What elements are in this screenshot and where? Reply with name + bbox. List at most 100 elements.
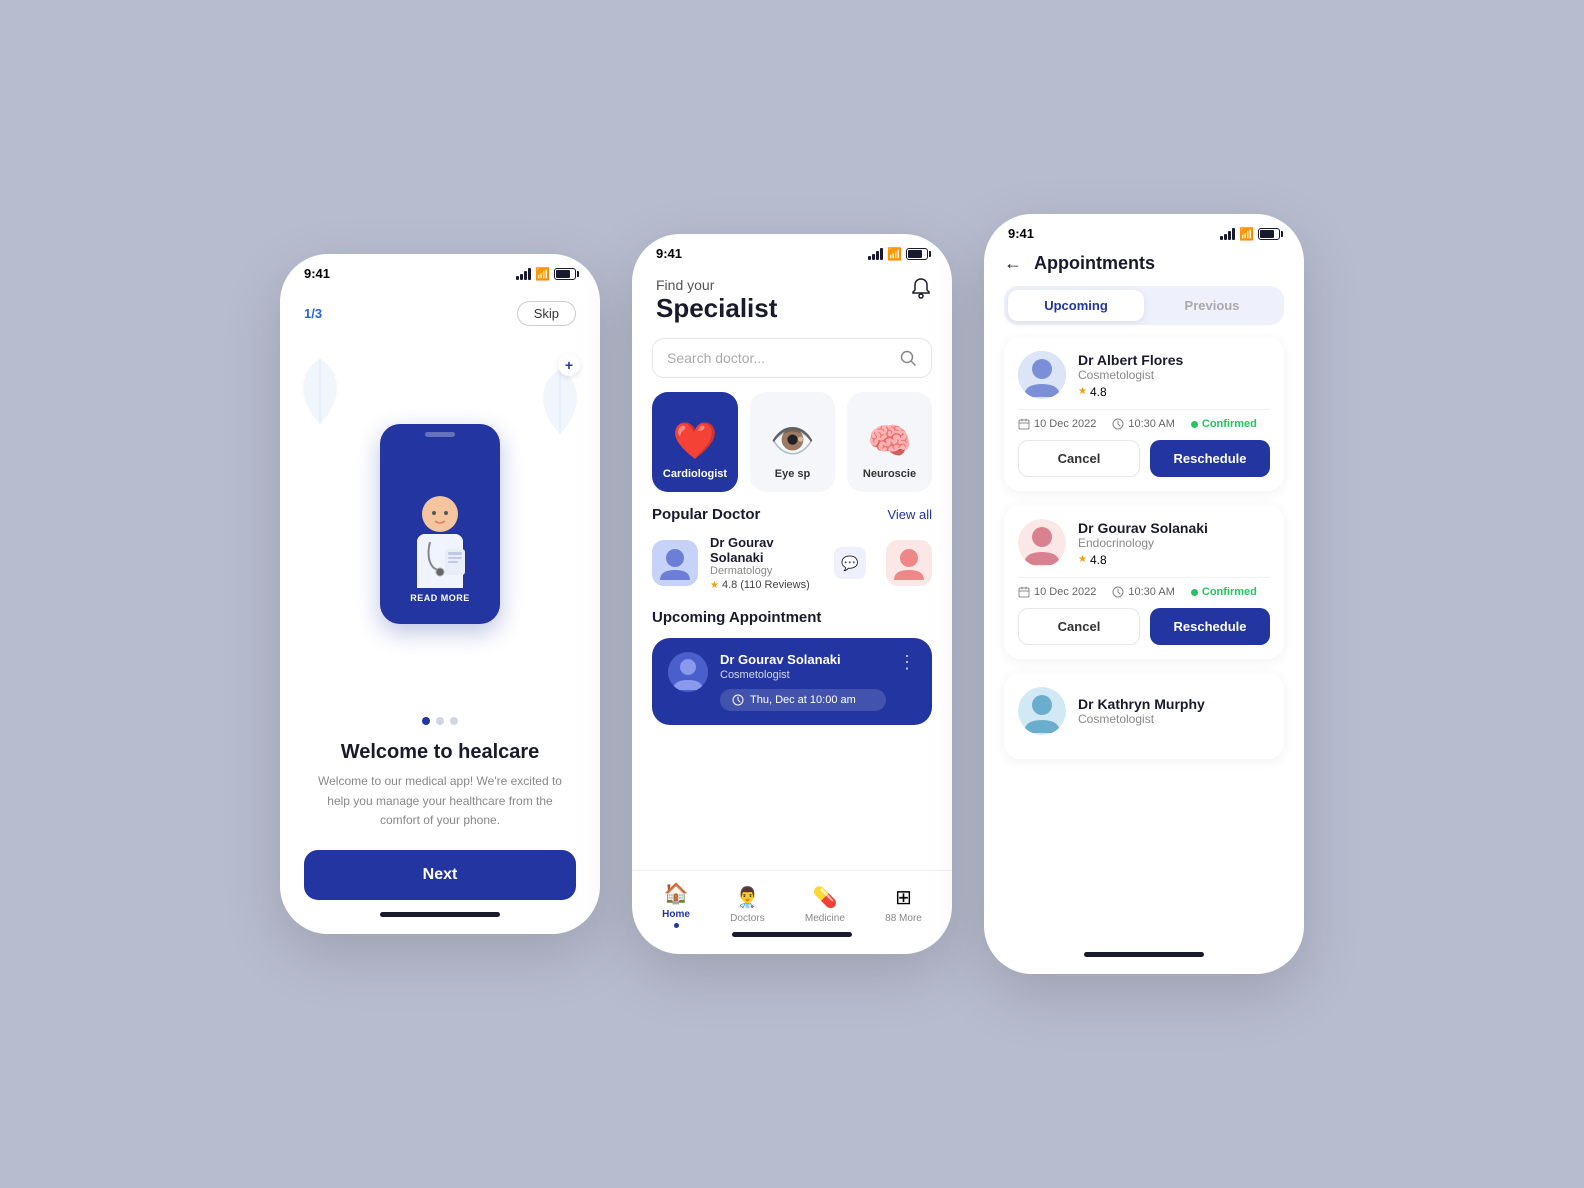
cancel-btn-2[interactable]: Cancel	[1018, 608, 1140, 645]
home-bar-2	[732, 932, 852, 937]
calendar-icon-2	[1018, 586, 1030, 598]
page-indicator: 1/3	[304, 306, 322, 321]
next-button[interactable]: Next	[304, 850, 576, 900]
category-cardiologist[interactable]: ❤️ Cardiologist	[652, 392, 738, 492]
tab-previous[interactable]: Previous	[1144, 290, 1280, 321]
bottom-nav: 🏠 Home 👨‍⚕️ Doctors 💊 Medicine ⊞ 88 More	[632, 870, 952, 928]
nav-doctors[interactable]: 👨‍⚕️ Doctors	[730, 885, 764, 924]
appt-doc-info-2: Dr Gourav Solanaki Endocrinology ★ 4.8	[1078, 520, 1208, 567]
appt-rating-2: ★ 4.8	[1078, 553, 1208, 567]
more-icon: ⊞	[895, 885, 912, 910]
appt-time-text: Thu, Dec at 10:00 am	[750, 694, 856, 706]
specialist-title: Specialist	[656, 293, 928, 324]
confirmed-dot-1	[1191, 421, 1198, 428]
date-item-1: 10 Dec 2022	[1018, 418, 1096, 430]
signal-bars-1	[516, 268, 531, 280]
appt-actions-1: Cancel Reschedule	[1018, 440, 1270, 477]
appt-spec-1: Cosmetologist	[1078, 368, 1183, 382]
onboard-description: Welcome to our medical app! We're excite…	[308, 772, 572, 830]
doctor-avatar-2	[886, 540, 932, 586]
status-item-2: Confirmed	[1191, 586, 1257, 598]
popular-section-title: Popular Doctor	[652, 506, 760, 523]
chat-icon-1[interactable]: 💬	[834, 547, 866, 579]
status-text-1: Confirmed	[1202, 418, 1257, 430]
doctor-card-1[interactable]: Dr Gourav Solanaki Dermatology ★ 4.8 (11…	[632, 527, 952, 599]
back-button[interactable]: ←	[1004, 253, 1022, 274]
nav-label-home: Home	[662, 909, 690, 920]
battery-3	[1258, 228, 1280, 240]
clock-icon	[732, 694, 744, 706]
wifi-icon-3: 📶	[1239, 227, 1254, 241]
appt-doc-row-2: Dr Gourav Solanaki Endocrinology ★ 4.8	[1018, 519, 1270, 567]
category-eye[interactable]: 👁️ Eye sp	[750, 392, 835, 492]
appt-avatar-3	[1018, 687, 1066, 735]
doctor-avatar-1	[652, 540, 698, 586]
appt-name-3: Dr Kathryn Murphy	[1078, 696, 1205, 712]
appt-doc-row-1: Dr Albert Flores Cosmetologist ★ 4.8	[1018, 351, 1270, 399]
time-2: 9:41	[656, 246, 682, 261]
status-icons-3: 📶	[1220, 227, 1280, 241]
nav-home[interactable]: 🏠 Home	[662, 881, 690, 928]
appt-actions-2: Cancel Reschedule	[1018, 608, 1270, 645]
appt-time-badge: Thu, Dec at 10:00 am	[720, 689, 886, 711]
nav-label-more: 88 More	[885, 913, 922, 924]
nav-more[interactable]: ⊞ 88 More	[885, 885, 922, 924]
appt-doctor-specialty: Cosmetologist	[720, 669, 886, 681]
phone-appointments: 9:41 📶 ← Appointments Upcoming Previous	[984, 214, 1304, 974]
brain-icon: 🧠	[867, 420, 912, 462]
appt-spec-3: Cosmetologist	[1078, 712, 1205, 726]
appointment-card[interactable]: Dr Gourav Solanaki Cosmetologist Thu, De…	[652, 638, 932, 725]
rating-a1: 4.8	[1090, 385, 1107, 399]
onboard-header: 1/3 Skip	[280, 293, 600, 334]
heart-icon: ❤️	[673, 420, 718, 462]
phone1-content: 1/3 Skip	[280, 285, 600, 925]
time-1: 9:41	[304, 266, 330, 281]
phone-mockup-illustration: READ MORE	[380, 424, 500, 624]
reschedule-btn-1[interactable]: Reschedule	[1150, 440, 1270, 477]
time-item-1: 10:30 AM	[1112, 418, 1174, 430]
home-bar-1	[380, 912, 500, 917]
appt-avatar	[668, 652, 708, 692]
star-icon-a2: ★	[1078, 554, 1087, 565]
battery-1	[554, 268, 576, 280]
calendar-icon-1	[1018, 418, 1030, 430]
phones-container: 9:41 📶 1/3 Skip	[240, 154, 1344, 1034]
reschedule-btn-2[interactable]: Reschedule	[1150, 608, 1270, 645]
status-icons-2: 📶	[868, 247, 928, 261]
dots-row	[280, 713, 600, 733]
skip-button[interactable]: Skip	[517, 301, 576, 326]
status-text-2: Confirmed	[1202, 586, 1257, 598]
three-dots-icon[interactable]: ⋮	[898, 652, 916, 673]
tab-upcoming[interactable]: Upcoming	[1008, 290, 1144, 321]
appt-avatar-1	[1018, 351, 1066, 399]
specialist-header: Find your Specialist	[632, 269, 952, 328]
doctors-icon: 👨‍⚕️	[735, 885, 760, 910]
category-neuro[interactable]: 🧠 Neuroscie	[847, 392, 932, 492]
bell-icon[interactable]	[910, 277, 932, 304]
nav-medicine[interactable]: 💊 Medicine	[805, 885, 845, 924]
battery-2	[906, 248, 928, 260]
dot-3	[450, 717, 458, 725]
time-text-2: 10:30 AM	[1128, 586, 1174, 598]
appt-rating-1: ★ 4.8	[1078, 385, 1183, 399]
appointment-item-1: Dr Albert Flores Cosmetologist ★ 4.8	[1004, 337, 1284, 491]
appt-details-1: 10 Dec 2022 10:30 AM Confirmed	[1018, 409, 1270, 430]
medicine-icon: 💊	[812, 885, 837, 910]
status-icons-1: 📶	[516, 267, 576, 281]
doctor-card-partial	[886, 540, 932, 586]
appt-page-title: Appointments	[1034, 253, 1155, 274]
view-all-button[interactable]: View all	[887, 507, 932, 522]
time-text-1: 10:30 AM	[1128, 418, 1174, 430]
home-bar-3	[1084, 952, 1204, 957]
cancel-btn-1[interactable]: Cancel	[1018, 440, 1140, 477]
dot-1	[422, 717, 430, 725]
appt-name-2: Dr Gourav Solanaki	[1078, 520, 1208, 536]
search-placeholder: Search doctor...	[667, 350, 891, 366]
phone3-content: ← Appointments Upcoming Previous	[984, 245, 1304, 965]
appt-doctor-info: Dr Gourav Solanaki Cosmetologist Thu, De…	[720, 652, 886, 711]
date-text-2: 10 Dec 2022	[1034, 586, 1096, 598]
search-bar[interactable]: Search doctor...	[652, 338, 932, 378]
appt-doctor-name: Dr Gourav Solanaki	[720, 652, 886, 667]
tab-toggle: Upcoming Previous	[1004, 286, 1284, 325]
leaf-left-icon	[290, 354, 350, 434]
